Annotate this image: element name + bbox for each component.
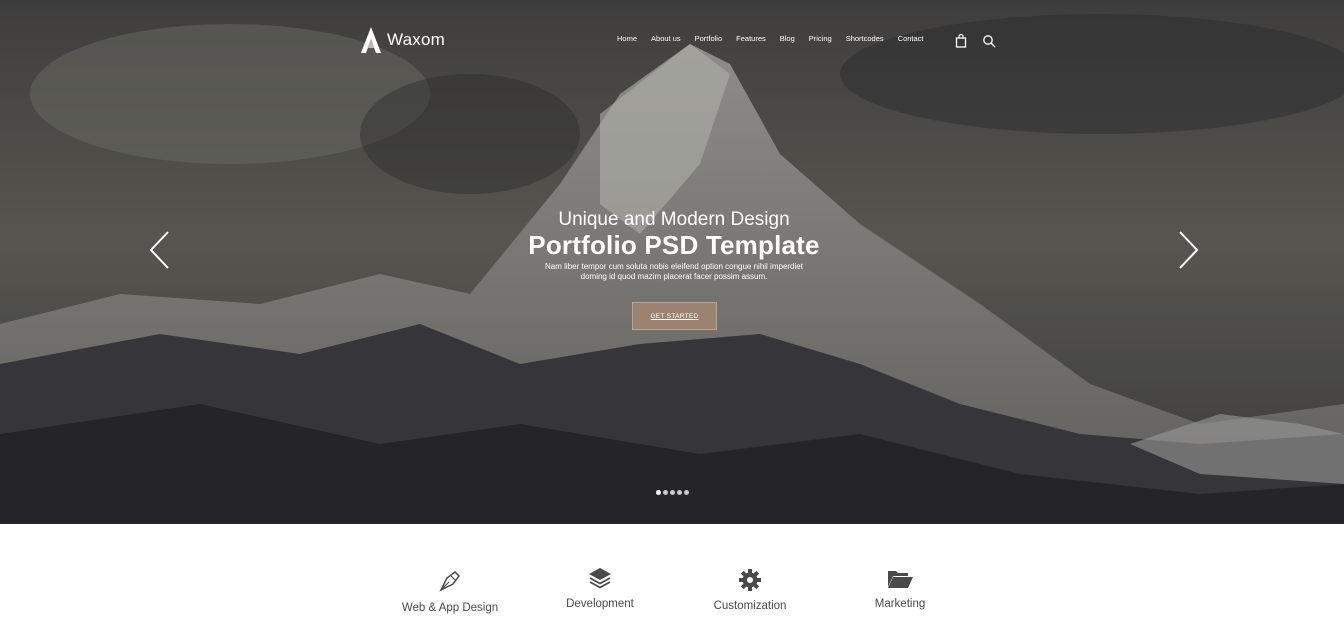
nav-features[interactable]: Features — [736, 34, 766, 43]
search-icon[interactable] — [982, 34, 996, 48]
logo-mark-icon — [361, 27, 381, 53]
shopping-bag-icon[interactable] — [954, 34, 968, 48]
pen-nib-icon — [439, 571, 460, 592]
hero-slider: Waxom Home About us Portfolio Features B… — [0, 4, 1344, 524]
slider-dot-1[interactable] — [656, 490, 661, 495]
nav-about-us[interactable]: About us — [651, 34, 681, 43]
nav-home[interactable]: Home — [617, 34, 637, 43]
nav-contact[interactable]: Contact — [898, 34, 924, 43]
nav-portfolio[interactable]: Portfolio — [695, 34, 723, 43]
layers-icon — [589, 568, 611, 589]
slider-dot-4[interactable] — [677, 490, 682, 495]
get-started-button[interactable]: GET STARTED — [632, 302, 717, 330]
chevron-left-icon[interactable] — [148, 230, 172, 270]
feature-development[interactable]: Development — [525, 566, 675, 610]
feature-label: Development — [566, 598, 634, 610]
features-section: Web & App Design Development Customizati… — [0, 524, 1344, 627]
feature-marketing[interactable]: Marketing — [825, 568, 975, 610]
slide-description: Nam liber tempor cum soluta nobis eleife… — [545, 262, 803, 281]
nav-pricing[interactable]: Pricing — [809, 34, 832, 43]
slide-title: Portfolio PSD Template — [528, 230, 820, 260]
main-nav: Home About us Portfolio Features Blog Pr… — [617, 34, 938, 43]
slider-dot-3[interactable] — [670, 490, 675, 495]
slider-pagination — [656, 490, 691, 495]
nav-blog[interactable]: Blog — [780, 34, 795, 43]
slider-dot-2[interactable] — [663, 490, 668, 495]
feature-label: Marketing — [874, 598, 926, 610]
chevron-right-icon[interactable] — [1176, 230, 1200, 270]
feature-web-app-design[interactable]: Web & App Design — [375, 568, 525, 614]
folder-open-icon — [888, 571, 913, 588]
slide-subtitle: Unique and Modern Design — [558, 209, 790, 230]
nav-shortcodes[interactable]: Shortcodes — [846, 34, 884, 43]
gear-icon — [739, 569, 761, 591]
feature-label: Web & App Design — [401, 602, 499, 614]
feature-label: Customization — [713, 600, 787, 612]
brand-name: Waxom — [387, 30, 445, 49]
slider-dot-5[interactable] — [684, 490, 689, 495]
feature-customization[interactable]: Customization — [675, 568, 825, 612]
brand-logo[interactable]: Waxom — [359, 26, 445, 54]
